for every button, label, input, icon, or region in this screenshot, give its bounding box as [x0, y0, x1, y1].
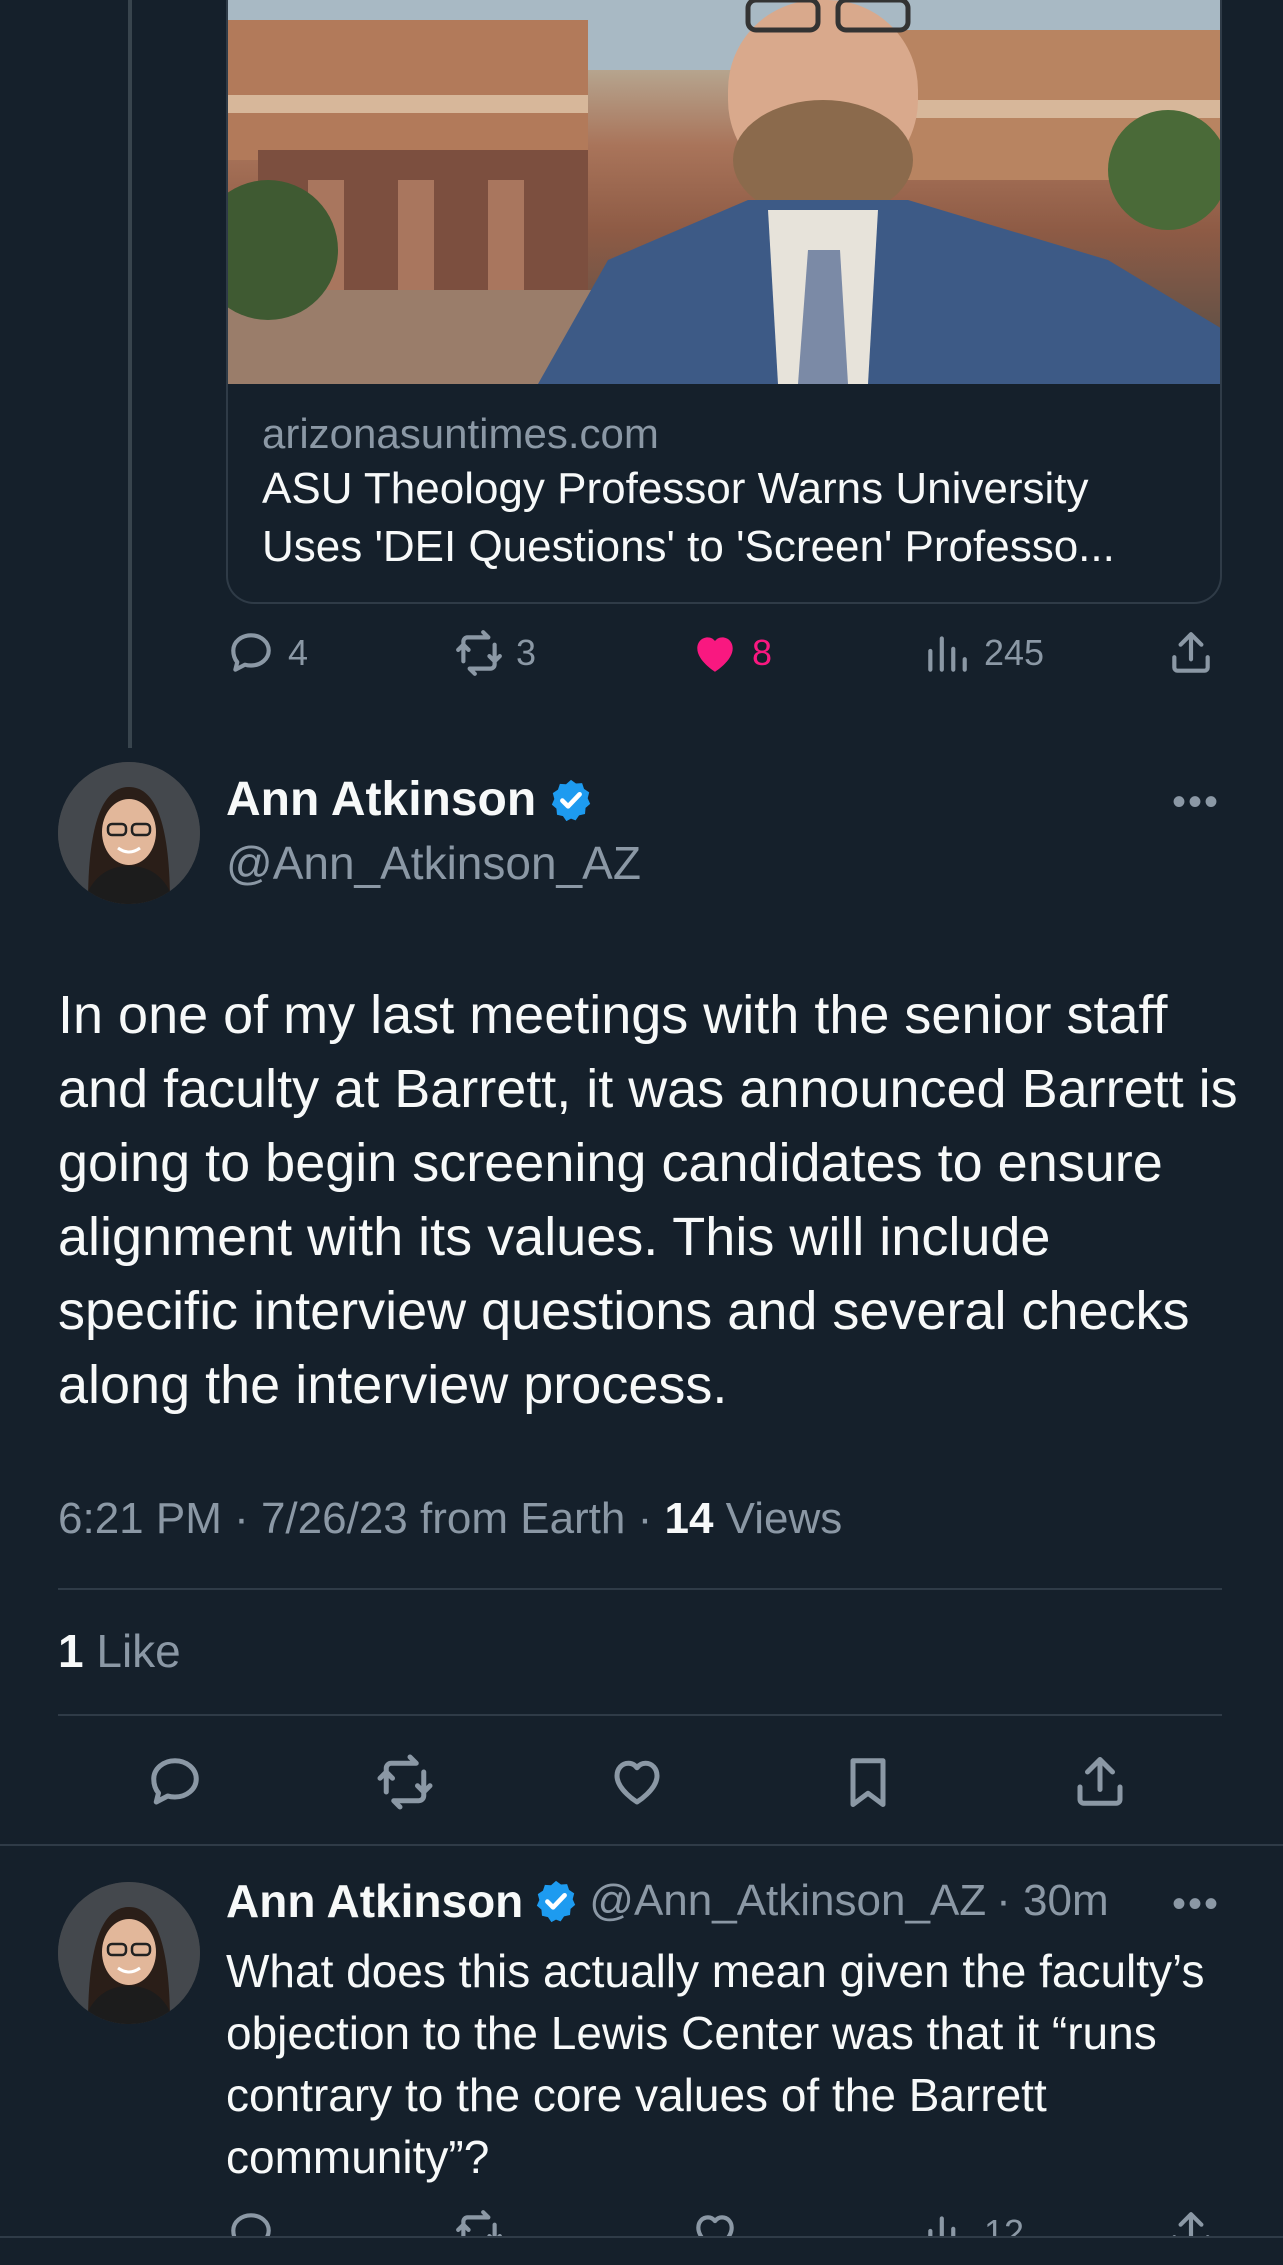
like-button[interactable]: 8	[690, 628, 772, 678]
reply-button[interactable]: 4	[226, 628, 308, 678]
likes-count: 1	[58, 1625, 84, 1677]
link-title-line-1: ASU Theology Professor Warns University	[262, 464, 1089, 513]
like-count: 8	[752, 632, 773, 673]
retweet-icon	[377, 1754, 433, 1810]
reply-author-name[interactable]: Ann Atkinson	[226, 1874, 523, 1928]
link-title-line-2: Uses 'DEI Questions' to 'Screen' Profess…	[262, 522, 1115, 571]
retweet-button[interactable]: 3	[454, 628, 536, 678]
reply-button[interactable]	[145, 1752, 205, 1817]
reply-count: 4	[288, 632, 309, 673]
retweet-icon	[456, 630, 502, 676]
tweet-metadata: 6:21 PM · 7/26/23 from Earth · 14 Views	[58, 1494, 842, 1544]
views-button[interactable]: 245	[922, 628, 1044, 678]
like-button[interactable]	[607, 1752, 667, 1817]
author-name[interactable]: Ann Atkinson	[226, 772, 536, 827]
retweet-count: 3	[516, 632, 537, 673]
avatar[interactable]	[58, 762, 200, 904]
reply-icon	[231, 633, 271, 672]
heart-filled-icon	[697, 637, 733, 672]
reply-time[interactable]: · 30m	[996, 1876, 1108, 1926]
share-icon	[1172, 632, 1210, 673]
retweet-button[interactable]	[375, 1752, 435, 1817]
heart-icon	[614, 1760, 660, 1805]
divider	[58, 1714, 1222, 1716]
reply-author-handle[interactable]: @Ann_Atkinson_AZ	[589, 1876, 986, 1926]
views-count-bold: 14	[664, 1494, 714, 1543]
reply-icon	[151, 1758, 199, 1805]
article-image	[228, 0, 1220, 384]
share-icon	[1077, 1757, 1123, 1806]
tweet-timestamp[interactable]: 6:21 PM · 7/26/23 from Earth ·	[58, 1494, 664, 1543]
author-name-row[interactable]: Ann Atkinson	[226, 772, 594, 827]
link-preview-card[interactable]: arizonasuntimes.com ASU Theology Profess…	[226, 0, 1222, 604]
divider	[58, 1588, 1222, 1590]
verified-badge-icon	[537, 1880, 576, 1923]
verified-badge-icon	[552, 779, 591, 821]
share-button[interactable]	[1166, 628, 1216, 678]
reply-header: Ann Atkinson @Ann_Atkinson_AZ · 30m	[226, 1874, 1109, 1928]
bookmark-icon	[850, 1758, 886, 1807]
reply-avatar[interactable]	[58, 1882, 200, 2024]
more-options-icon[interactable]: •••	[1172, 1882, 1220, 1927]
divider	[0, 1844, 1283, 1846]
thread-connector-line	[128, 0, 132, 748]
likes-label: Like	[83, 1625, 181, 1677]
link-domain: arizonasuntimes.com	[262, 410, 659, 457]
bookmark-button[interactable]	[838, 1752, 898, 1817]
author-handle[interactable]: @Ann_Atkinson_AZ	[226, 836, 641, 890]
analytics-icon	[928, 636, 967, 672]
more-options-icon[interactable]: •••	[1172, 780, 1220, 825]
tweet-text: In one of my last meetings with the seni…	[58, 985, 1238, 1415]
views-label: Views	[713, 1494, 843, 1543]
share-button[interactable]	[1070, 1752, 1130, 1817]
reply-text: What does this actually mean given the f…	[226, 1945, 1205, 2183]
views-count: 245	[984, 632, 1045, 673]
bottom-bar-edge	[0, 2236, 1283, 2265]
likes-summary[interactable]: 1 Like	[58, 1624, 181, 1678]
